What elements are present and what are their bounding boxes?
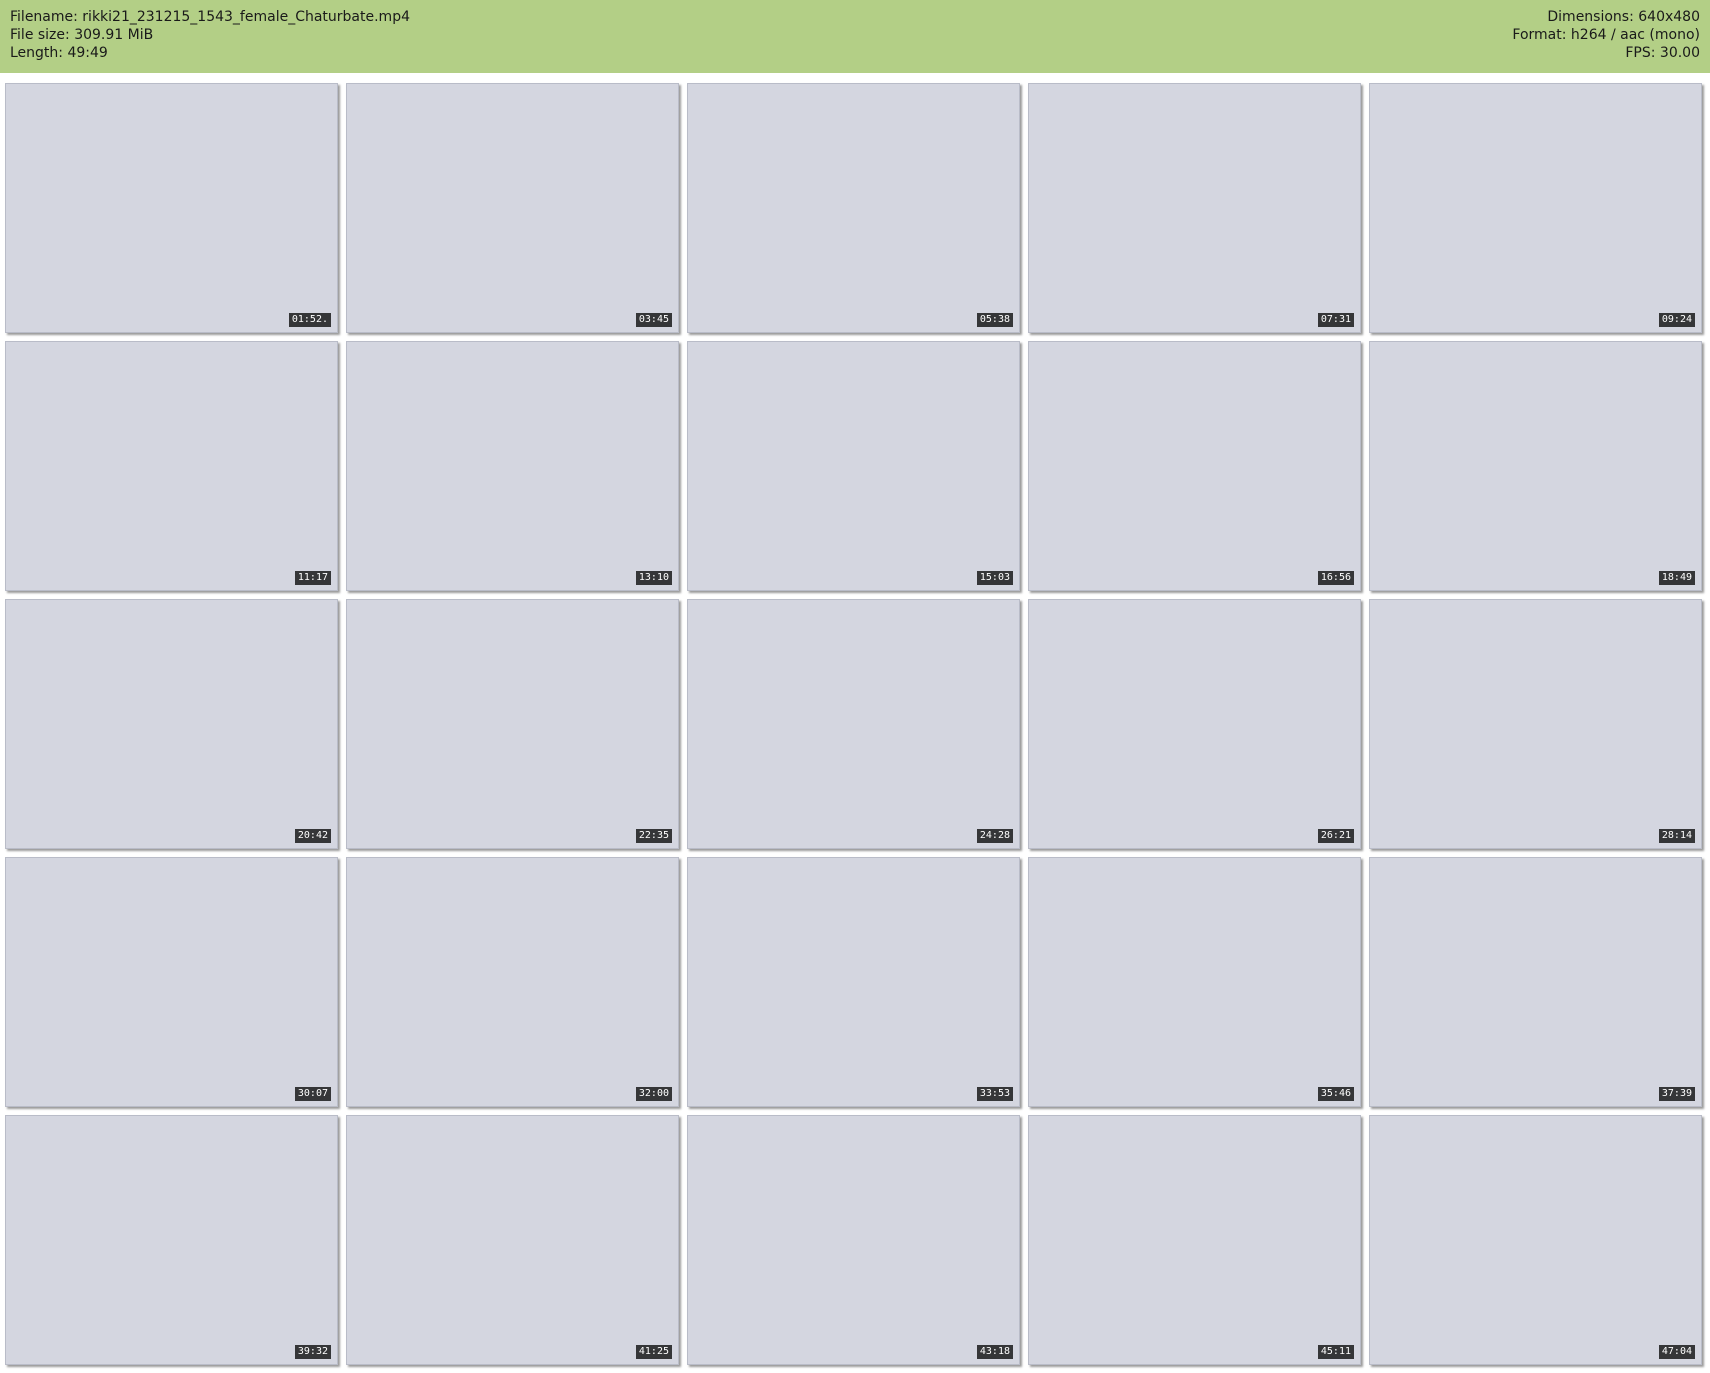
thumbnail-placeholder	[1029, 1116, 1360, 1364]
video-thumbnail: 15:03	[687, 341, 1020, 591]
timestamp-label: 24:28	[976, 829, 1013, 843]
video-thumbnail: 26:21	[1028, 599, 1361, 849]
timestamp-label: 13:10	[635, 571, 672, 585]
video-thumbnail: 05:38	[687, 83, 1020, 333]
timestamp-label: 30:07	[294, 1087, 331, 1101]
thumbnail-placeholder	[347, 858, 678, 1106]
thumbnail-placeholder	[1029, 342, 1360, 590]
video-thumbnail: 20:42	[5, 599, 338, 849]
video-thumbnail: 33:53	[687, 857, 1020, 1107]
timestamp-label: 33:53	[976, 1087, 1013, 1101]
thumbnail-placeholder	[347, 1116, 678, 1364]
thumbnail-placeholder	[1370, 84, 1701, 332]
timestamp-label: 05:38	[976, 313, 1013, 327]
thumbnail-placeholder	[347, 342, 678, 590]
thumbnail-placeholder	[688, 342, 1019, 590]
thumbnail-placeholder	[688, 600, 1019, 848]
video-thumbnail: 03:45	[346, 83, 679, 333]
timestamp-label: 35:46	[1317, 1087, 1354, 1101]
video-thumbnail: 45:11	[1028, 1115, 1361, 1365]
video-thumbnail: 24:28	[687, 599, 1020, 849]
timestamp-label: 28:14	[1658, 829, 1695, 843]
thumbnail-placeholder	[6, 342, 337, 590]
format-text: Format: h264 / aac (mono)	[1512, 27, 1700, 43]
video-thumbnail: 41:25	[346, 1115, 679, 1365]
video-thumbnail: 47:04	[1369, 1115, 1702, 1365]
thumbnail-placeholder	[6, 1116, 337, 1364]
timestamp-label: 47:04	[1658, 1345, 1695, 1359]
filename-text: Filename: rikki21_231215_1543_female_Cha…	[10, 9, 410, 25]
thumbnail-placeholder	[1029, 600, 1360, 848]
thumbnail-grid: 01:52. 03:45 05:38 07:31 09:24 11:17 13:10 15:0…	[0, 73, 1710, 1365]
timestamp-label: 43:18	[976, 1345, 1013, 1359]
video-thumbnail: 35:46	[1028, 857, 1361, 1107]
video-thumbnail: 07:31	[1028, 83, 1361, 333]
video-thumbnail: 39:32	[5, 1115, 338, 1365]
video-thumbnail: 01:52.	[5, 83, 338, 333]
video-thumbnail: 13:10	[346, 341, 679, 591]
thumbnail-placeholder	[688, 858, 1019, 1106]
timestamp-label: 03:45	[635, 313, 672, 327]
timestamp-label: 07:31	[1317, 313, 1354, 327]
thumbnail-placeholder	[6, 84, 337, 332]
dimensions-text: Dimensions: 640x480	[1547, 9, 1700, 25]
video-thumbnail: 16:56	[1028, 341, 1361, 591]
thumbnail-placeholder	[347, 600, 678, 848]
thumbnail-placeholder	[1029, 858, 1360, 1106]
timestamp-label: 39:32	[294, 1345, 331, 1359]
thumbnail-placeholder	[1370, 342, 1701, 590]
timestamp-label: 18:49	[1658, 571, 1695, 585]
timestamp-label: 15:03	[976, 571, 1013, 585]
video-thumbnail: 32:00	[346, 857, 679, 1107]
thumbnail-placeholder	[1370, 858, 1701, 1106]
thumbnail-placeholder	[1370, 600, 1701, 848]
timestamp-label: 16:56	[1317, 571, 1354, 585]
timestamp-label: 32:00	[635, 1087, 672, 1101]
thumbnail-placeholder	[6, 600, 337, 848]
thumbnail-placeholder	[688, 84, 1019, 332]
metadata-header: Filename: rikki21_231215_1543_female_Cha…	[0, 0, 1710, 73]
video-thumbnail: 37:39	[1369, 857, 1702, 1107]
video-thumbnail: 43:18	[687, 1115, 1020, 1365]
thumbnail-placeholder	[1029, 84, 1360, 332]
video-thumbnail: 22:35	[346, 599, 679, 849]
fps-text: FPS: 30.00	[1625, 45, 1700, 61]
video-thumbnail: 09:24	[1369, 83, 1702, 333]
video-thumbnail: 18:49	[1369, 341, 1702, 591]
timestamp-label: 20:42	[294, 829, 331, 843]
timestamp-label: 11:17	[294, 571, 331, 585]
timestamp-label: 01:52.	[288, 313, 331, 327]
length-text: Length: 49:49	[10, 45, 108, 61]
timestamp-label: 37:39	[1658, 1087, 1695, 1101]
metadata-right: Dimensions: 640x480 Format: h264 / aac (…	[1512, 8, 1700, 73]
timestamp-label: 26:21	[1317, 829, 1354, 843]
timestamp-label: 09:24	[1658, 313, 1695, 327]
thumbnail-placeholder	[347, 84, 678, 332]
video-thumbnail: 28:14	[1369, 599, 1702, 849]
metadata-left: Filename: rikki21_231215_1543_female_Cha…	[10, 8, 410, 73]
thumbnail-placeholder	[6, 858, 337, 1106]
video-thumbnail: 30:07	[5, 857, 338, 1107]
timestamp-label: 45:11	[1317, 1345, 1354, 1359]
timestamp-label: 41:25	[635, 1345, 672, 1359]
timestamp-label: 22:35	[635, 829, 672, 843]
thumbnail-placeholder	[688, 1116, 1019, 1364]
thumbnail-placeholder	[1370, 1116, 1701, 1364]
file-size-text: File size: 309.91 MiB	[10, 27, 154, 43]
video-thumbnail: 11:17	[5, 341, 338, 591]
